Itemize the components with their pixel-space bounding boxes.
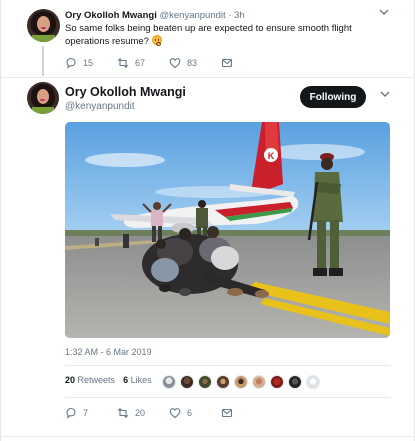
author-name[interactable]: Ory Okolloh Mwangi xyxy=(65,10,157,21)
heart-icon xyxy=(169,408,181,419)
chevron-down-icon[interactable] xyxy=(379,8,389,19)
reply-icon xyxy=(66,57,76,69)
avatar[interactable] xyxy=(234,375,248,389)
retweets-stat-label: Retweets xyxy=(77,375,116,385)
envelope-icon xyxy=(221,408,233,418)
likes-stat-count: 6 xyxy=(123,375,129,385)
tweet-photo[interactable]: K xyxy=(65,122,390,338)
avatar[interactable] xyxy=(27,9,60,42)
likes-stat-label: Likes xyxy=(130,375,152,385)
liker-avatars xyxy=(162,375,320,389)
reply-button[interactable]: 15 xyxy=(65,57,93,69)
following-button[interactable]: Following xyxy=(300,86,366,108)
divider xyxy=(65,365,390,366)
parent-tweet-header: Ory Okolloh Mwangi @kenyanpundit · 3h xyxy=(65,10,245,21)
avatar[interactable] xyxy=(180,375,194,389)
retweet-icon xyxy=(117,407,129,419)
tweet-text-body: So same folks being beaten up are expect… xyxy=(65,23,352,47)
likes-stat[interactable]: 6 Likes xyxy=(123,375,152,385)
thread-connector xyxy=(42,46,44,76)
avatar[interactable] xyxy=(198,375,212,389)
reply-count: 15 xyxy=(83,58,94,68)
retweet-count: 20 xyxy=(135,408,146,418)
tweet-timestamp[interactable]: 1:32 AM - 6 Mar 2019 xyxy=(65,347,152,357)
reply-button[interactable]: 7 xyxy=(65,407,88,419)
avatar[interactable] xyxy=(270,375,284,389)
like-button[interactable]: 83 xyxy=(169,57,197,69)
retweet-icon xyxy=(117,57,129,69)
avatar[interactable] xyxy=(216,375,230,389)
author-handle[interactable]: @kenyanpundit xyxy=(65,101,135,112)
chevron-down-icon[interactable] xyxy=(380,90,390,101)
reply-count: 7 xyxy=(83,408,89,418)
like-count: 6 xyxy=(187,408,193,418)
avatar[interactable] xyxy=(306,375,320,389)
retweet-button[interactable]: 20 xyxy=(117,407,145,419)
tweet-actions: 7 20 6 xyxy=(65,407,305,421)
retweet-count: 67 xyxy=(135,58,146,68)
retweets-stat[interactable]: 20 Retweets xyxy=(65,375,115,385)
avatar[interactable] xyxy=(252,375,266,389)
direct-message-button[interactable] xyxy=(221,57,233,69)
divider xyxy=(65,397,390,398)
like-button[interactable]: 6 xyxy=(169,407,192,419)
retweets-stat-count: 20 xyxy=(65,375,76,385)
parent-tweet[interactable]: Ory Okolloh Mwangi @kenyanpundit · 3h So… xyxy=(0,0,415,76)
engagement-stats: 20 Retweets 6 Likes xyxy=(65,375,152,385)
divider xyxy=(0,436,415,437)
reply-icon xyxy=(66,407,76,419)
like-count: 83 xyxy=(187,58,198,68)
avatar[interactable] xyxy=(27,82,59,114)
avatar[interactable] xyxy=(288,375,302,389)
author-name[interactable]: Ory Okolloh Mwangi xyxy=(65,85,186,99)
heart-icon xyxy=(169,58,181,69)
envelope-icon xyxy=(221,58,233,68)
retweet-button[interactable]: 67 xyxy=(117,57,145,69)
divider xyxy=(0,77,415,78)
avatar[interactable] xyxy=(162,375,176,389)
flushed-face-emoji-icon xyxy=(151,35,162,46)
tweet-text: So same folks being beaten up are expect… xyxy=(65,22,395,48)
direct-message-button[interactable] xyxy=(221,407,233,419)
svg-text:K: K xyxy=(268,151,275,161)
author-handle-time[interactable]: @kenyanpundit · 3h xyxy=(159,10,244,21)
tweet-actions: 15 67 83 xyxy=(65,57,285,71)
